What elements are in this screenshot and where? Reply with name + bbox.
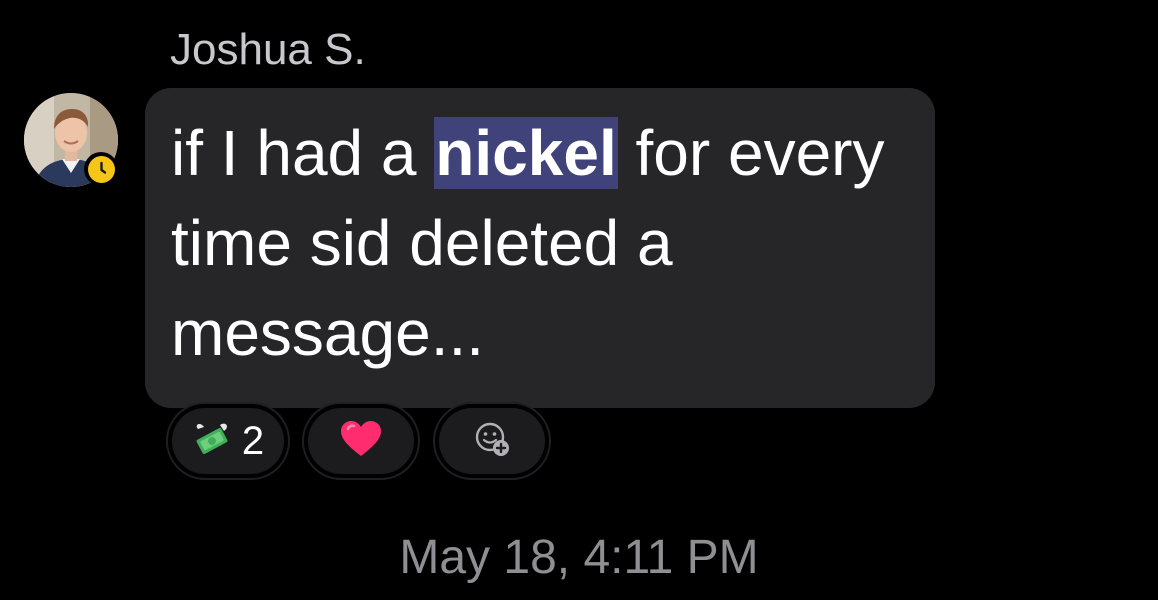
clock-icon [87,155,115,183]
status-badge [84,152,118,186]
reaction-money-with-wings[interactable]: 2 [166,402,290,480]
highlighted-word[interactable]: nickel [434,117,618,189]
reaction-heart[interactable] [302,402,420,480]
money-with-wings-icon [192,419,232,464]
message-bubble[interactable]: if I had a nickel for every time sid del… [145,88,935,408]
add-reaction-button[interactable] [433,402,551,480]
sender-name: Joshua S. [170,25,366,74]
reaction-count: 2 [241,419,265,463]
message-text: if I had a nickel for every time sid del… [171,108,911,378]
add-reaction-icon [472,419,512,464]
message-text-before: if I had a [171,117,435,189]
heart-icon [340,420,382,463]
message-timestamp: May 18, 4:11 PM [399,531,759,584]
